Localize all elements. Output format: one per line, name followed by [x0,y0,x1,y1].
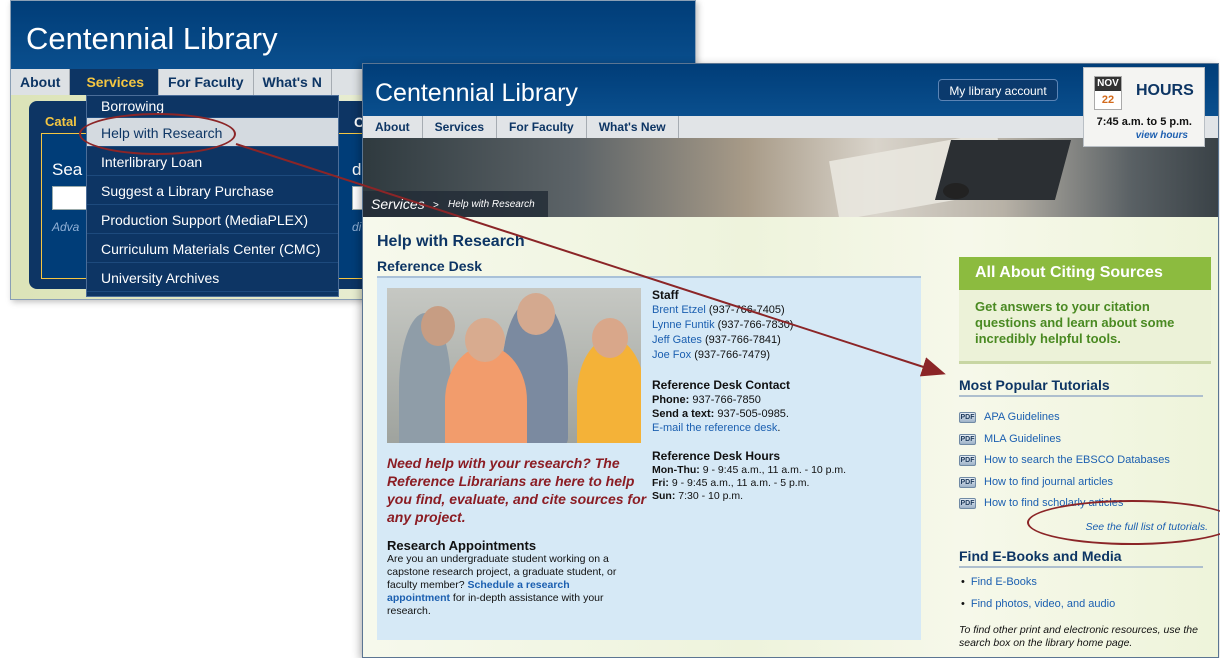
calendar-month: NOV [1095,77,1121,91]
staff-link-funtik[interactable]: Lynne Funtik [652,319,715,331]
desk-hours-title: Reference Desk Hours [652,449,781,463]
hours-time: 7:45 a.m. to 5 p.m. [1096,116,1192,128]
tutorial-label[interactable]: How to find journal articles [984,476,1113,488]
research-appointments-text: Are you an undergraduate student working… [387,553,629,618]
citing-sources-title[interactable]: All About Citing Sources [959,257,1211,290]
desk-hours-day: Sun: [652,490,676,502]
reference-librarians-photo [387,288,641,443]
desk-hours-row: Mon-Thu: 9 - 9:45 a.m., 11 a.m. - 10 p.m… [652,464,846,477]
desk-hours-time: 9 - 9:45 a.m., 11 a.m. - 5 p.m. [671,477,810,489]
staff-phone: (937-766-7841) [705,334,781,346]
reference-desk-panel: Need help with your research? The Refere… [377,276,921,640]
contact-text: 937-505-0985. [717,408,789,420]
pdf-icon: PDF [959,476,976,488]
reference-desk-contact: Reference Desk Contact Phone: 937-766-78… [652,378,790,435]
contact-email-row: E-mail the reference desk. [652,421,790,435]
calendar-icon: NOV 22 [1094,76,1122,110]
back-search-label: Sea [52,160,83,179]
staff-member: Lynne Funtik (937-766-7830) [652,318,793,333]
front-window-screenshot: Centennial Library My library account NO… [362,63,1219,658]
find-resources-note: To find other print and electronic resou… [959,624,1198,649]
tutorial-link-apa[interactable]: PDF APA Guidelines [959,411,1060,423]
find-ebooks-media-title: Find E-Books and Media [959,548,1203,568]
nav-whats-new[interactable]: What's New [587,116,679,138]
back-nav-services[interactable]: Services [70,69,160,95]
menu-item-university-archives[interactable]: University Archives [87,263,338,292]
banner-mouse-shape [943,183,969,199]
staff-link-etzel[interactable]: Brent Etzel [652,304,706,316]
contact-title: Reference Desk Contact [652,378,791,392]
contact-text-label: Send a text: [652,408,715,420]
back-site-header: Centennial Library [11,1,695,69]
citing-sources-body[interactable]: Get answers to your citation questions a… [959,290,1211,361]
page-banner-photo: Services > Help with Research [363,138,1218,217]
pdf-icon: PDF [959,497,976,509]
contact-phone-row: Phone: 937-766-7850 [652,393,790,407]
contact-text-row: Send a text: 937-505-0985. [652,407,790,421]
desk-hours-time: 9 - 9:45 a.m., 11 a.m. - 10 p.m. [702,464,847,476]
hours-widget[interactable]: NOV 22 HOURS 7:45 a.m. to 5 p.m. view ho… [1083,67,1205,147]
contact-phone-label: Phone: [652,394,690,406]
back-search-input[interactable] [52,186,88,210]
breadcrumb-current: Help with Research [448,199,535,210]
email-reference-desk-link[interactable]: E-mail the reference desk [652,422,777,434]
desk-hours-day: Mon-Thu: [652,464,700,476]
citing-sources-box[interactable]: All About Citing Sources Get answers to … [959,257,1211,364]
desk-hours-row: Fri: 9 - 9:45 a.m., 11 a.m. - 5 p.m. [652,477,846,490]
menu-item-suggest-purchase[interactable]: Suggest a Library Purchase [87,176,338,205]
annotation-circle-menu [79,113,236,155]
tutorial-label[interactable]: MLA Guidelines [984,433,1061,445]
back-nav-whats-new[interactable]: What's N [254,69,332,95]
tutorial-label[interactable]: APA Guidelines [984,411,1060,423]
back-nav-about[interactable]: About [11,69,71,95]
menu-item-curriculum-center[interactable]: Curriculum Materials Center (CMC) [87,234,338,263]
staff-phone: (937-766-7405) [708,304,785,316]
desk-hours-day: Fri: [652,477,669,489]
nav-about[interactable]: About [363,116,423,138]
tutorial-link-ebsco[interactable]: PDF How to search the EBSCO Databases [959,454,1170,466]
staff-phone: (937-766-7830) [717,319,794,331]
staff-title: Staff [652,288,679,302]
desk-hours-row: Sun: 7:30 - 10 p.m. [652,490,846,503]
menu-item-production-support[interactable]: Production Support (MediaPLEX) [87,205,338,234]
contact-phone: 937-766-7850 [692,394,761,406]
research-appointments-title: Research Appointments [387,538,537,553]
tutorial-link-journal-articles[interactable]: PDF How to find journal articles [959,476,1113,488]
staff-member: Joe Fox (937-766-7479) [652,348,793,363]
my-library-account-button[interactable]: My library account [938,79,1058,101]
site-logo[interactable]: Centennial Library [375,79,578,108]
nav-for-faculty[interactable]: For Faculty [497,116,587,138]
staff-member: Brent Etzel (937-766-7405) [652,303,793,318]
staff-list: Staff Brent Etzel (937-766-7405) Lynne F… [652,288,793,363]
staff-member: Jeff Gates (937-766-7841) [652,333,793,348]
tutorial-link-mla[interactable]: PDF MLA Guidelines [959,433,1061,445]
pdf-icon: PDF [959,411,976,423]
tutorial-label[interactable]: How to search the EBSCO Databases [984,454,1170,466]
back-advanced-link[interactable]: Adva [52,220,79,234]
back-site-logo[interactable]: Centennial Library [26,21,278,56]
back-nav-for-faculty[interactable]: For Faculty [159,69,254,95]
breadcrumb-separator: > [433,200,439,211]
most-popular-tutorials-title: Most Popular Tutorials [959,377,1203,397]
pdf-icon: PDF [959,433,976,445]
find-ebooks-link[interactable]: Find E-Books [961,576,1037,588]
staff-phone: (937-766-7479) [694,349,771,361]
hours-title: HOURS [1136,82,1194,99]
find-photos-video-audio-link[interactable]: Find photos, video, and audio [961,598,1115,610]
desk-hours-time: 7:30 - 10 p.m. [678,490,744,502]
view-hours-link[interactable]: view hours [1084,130,1204,141]
staff-link-fox[interactable]: Joe Fox [652,349,691,361]
help-quote: Need help with your research? The Refere… [387,455,647,525]
contact-email-end: . [777,422,781,434]
nav-services[interactable]: Services [423,116,498,138]
staff-link-gates[interactable]: Jeff Gates [652,334,702,346]
breadcrumb-services[interactable]: Services [371,196,425,212]
calendar-day: 22 [1101,94,1115,106]
pdf-icon: PDF [959,454,976,466]
page-title: Help with Research [377,233,525,250]
reference-desk-hours: Reference Desk Hours Mon-Thu: 9 - 9:45 a… [652,450,846,503]
section-title-reference-desk: Reference Desk [377,258,483,274]
main-content: Help with Research Reference Desk Need h… [363,217,1218,657]
